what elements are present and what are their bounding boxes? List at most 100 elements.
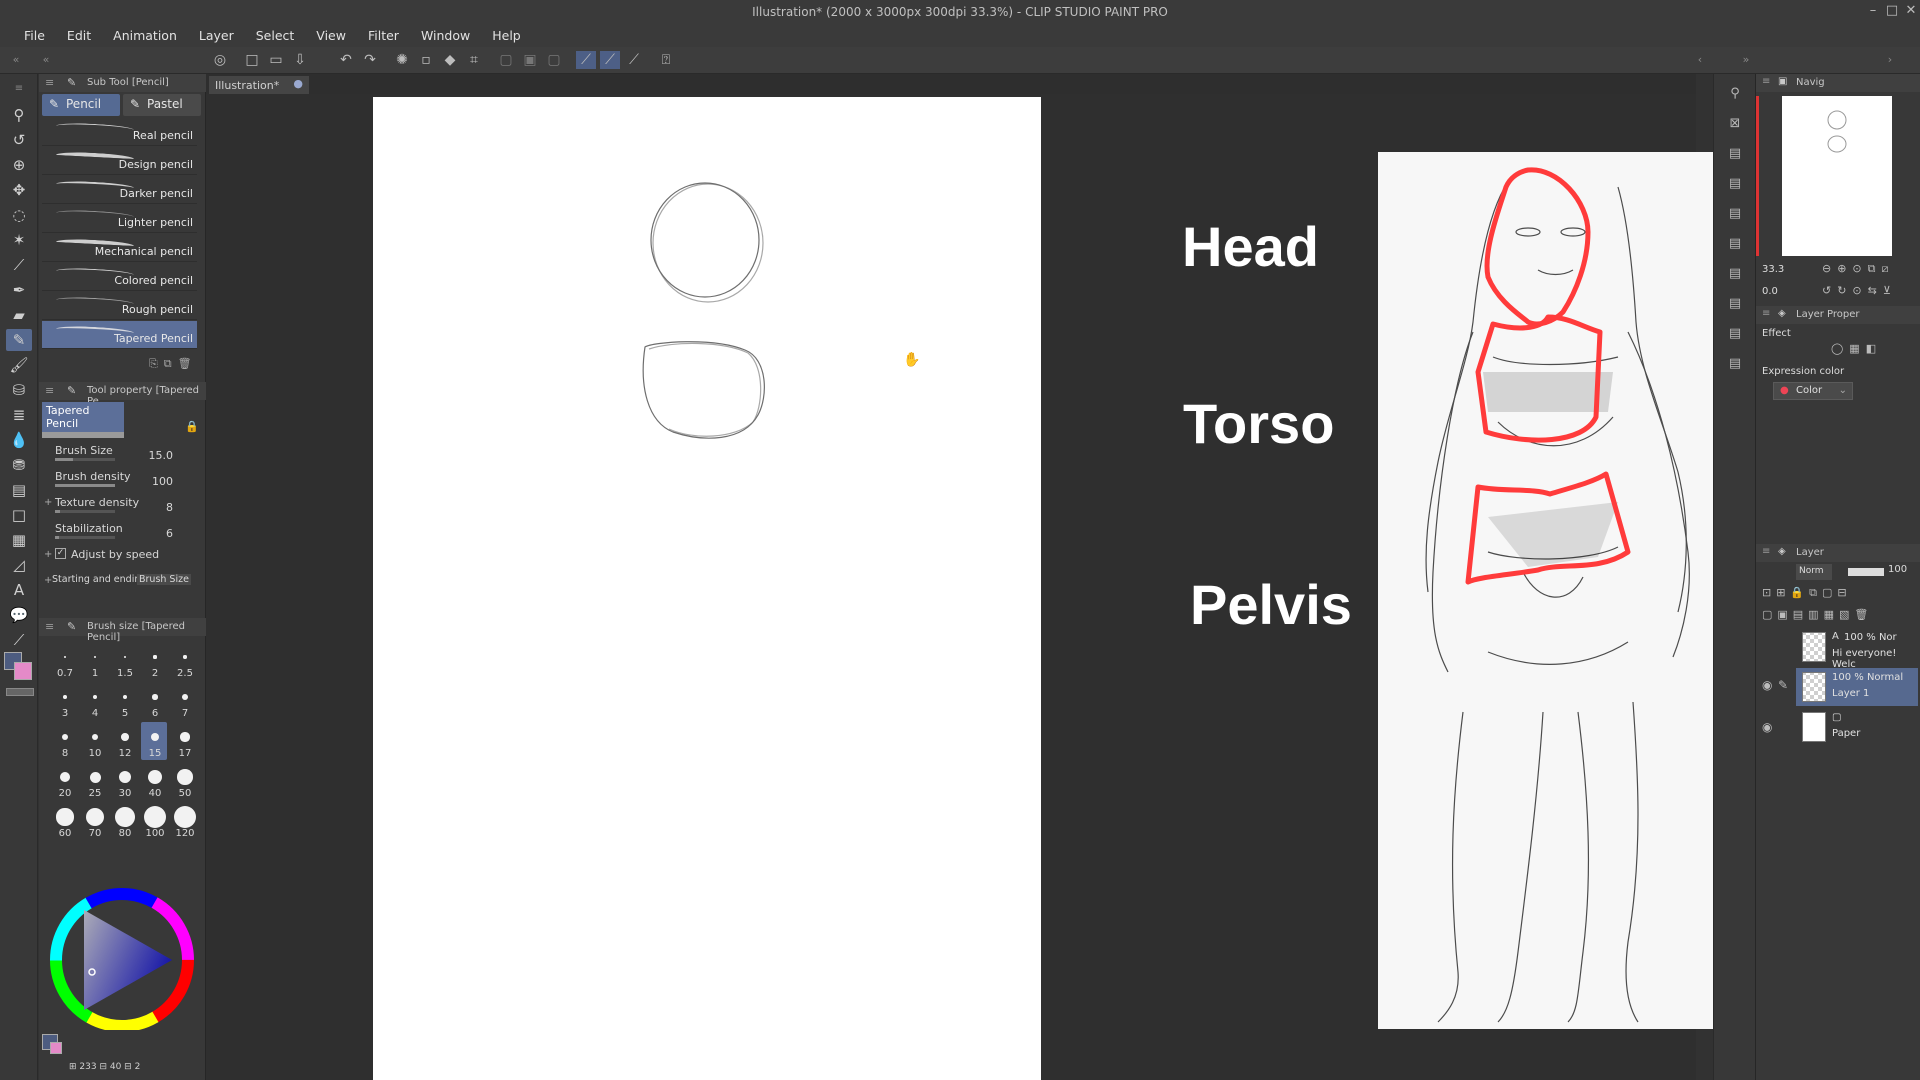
rotation-controls[interactable]: ↺↻⊙⇆⊻ bbox=[1822, 284, 1897, 297]
brush-size-dot[interactable] bbox=[144, 806, 166, 828]
fill-tool-icon[interactable]: ⛃ bbox=[6, 454, 32, 476]
brush-design-pencil[interactable]: Design pencil bbox=[42, 147, 197, 175]
brush-size-dot[interactable] bbox=[180, 732, 190, 742]
transparent-color-toggle[interactable] bbox=[6, 688, 34, 696]
panel-menu-icon[interactable]: ≡ bbox=[45, 384, 54, 397]
clip-studio-icon[interactable]: ◎ bbox=[210, 51, 230, 69]
panel-icon-5[interactable]: ▤ bbox=[1724, 266, 1746, 286]
operation-tool-icon[interactable]: ↺ bbox=[6, 129, 32, 151]
starting-ending-select[interactable]: Brush Size bbox=[137, 574, 191, 585]
menu-help[interactable]: Help bbox=[482, 25, 533, 47]
close-tab-icon[interactable]: ● bbox=[293, 77, 303, 90]
expand-icon[interactable]: + bbox=[44, 497, 52, 508]
ruler-tool-icon[interactable]: ◿ bbox=[6, 554, 32, 576]
panel-menu-icon[interactable]: ≡ bbox=[1762, 546, 1770, 557]
loading-icon[interactable]: ✺ bbox=[392, 51, 412, 69]
brush-real-pencil[interactable]: Real pencil bbox=[42, 118, 197, 146]
correct-line-tool-icon[interactable]: ⟋ bbox=[6, 629, 32, 651]
rotation-value[interactable]: 0.0 bbox=[1762, 286, 1778, 297]
figure-tool-icon[interactable]: □ bbox=[6, 504, 32, 526]
lock-icon[interactable]: 🔒 bbox=[185, 420, 199, 433]
open-file-icon[interactable]: ▭ bbox=[266, 51, 286, 69]
magic-wand-tool-icon[interactable]: ✶ bbox=[6, 229, 32, 251]
brush-size-dot[interactable] bbox=[61, 733, 69, 741]
lasso-tool-icon[interactable]: ◌ bbox=[6, 204, 32, 226]
layer-row-layer1[interactable]: ◉ ✎ 100 % Normal Layer 1 bbox=[1762, 668, 1918, 706]
brush-size-value[interactable]: 15.0 bbox=[121, 449, 174, 462]
collapse-left-icon[interactable]: « bbox=[6, 51, 26, 69]
panel-menu-icon[interactable]: ≡ bbox=[45, 76, 54, 89]
airbrush-tool-icon[interactable]: ⛁ bbox=[6, 379, 32, 401]
menu-view[interactable]: View bbox=[306, 25, 358, 47]
snap-grid-icon[interactable]: ⟋ bbox=[624, 51, 644, 69]
expand-icon[interactable]: » bbox=[1736, 51, 1756, 69]
panel-icon-8[interactable]: ▤ bbox=[1724, 356, 1746, 376]
expand-right-icon[interactable]: › bbox=[1880, 51, 1900, 69]
canvas-paper[interactable] bbox=[373, 97, 1041, 1080]
brush-size-dot[interactable] bbox=[89, 771, 101, 783]
eye-icon[interactable]: ◉ bbox=[1762, 678, 1772, 692]
layer-row-text[interactable]: A 100 % Nor Hi everyone! Welc bbox=[1796, 628, 1918, 670]
move-tool-icon[interactable]: ✥ bbox=[6, 179, 32, 201]
color-wheel-sub-swatch[interactable] bbox=[50, 1042, 62, 1054]
menu-animation[interactable]: Animation bbox=[103, 25, 189, 47]
layer-select-tool-icon[interactable]: ⊕ bbox=[6, 154, 32, 176]
layer-toolbar-2[interactable]: ▢▣▤▥▦▧🗑 bbox=[1762, 608, 1873, 621]
document-tab[interactable]: Illustration* ● bbox=[209, 76, 309, 94]
opacity-value[interactable]: 100 bbox=[1888, 564, 1907, 575]
expand-icon[interactable]: + bbox=[44, 549, 52, 560]
panel-menu-icon[interactable]: ≡ bbox=[1762, 76, 1770, 87]
brush-size-dot[interactable] bbox=[93, 655, 97, 659]
panel-icon-3[interactable]: ▤ bbox=[1724, 206, 1746, 226]
brush-size-dot[interactable] bbox=[63, 695, 67, 699]
sub-tool-actions[interactable]: ⎘⧉🗑 bbox=[149, 357, 198, 371]
gradient-tool-icon[interactable]: ▤ bbox=[6, 479, 32, 501]
brush-lighter-pencil[interactable]: Lighter pencil bbox=[42, 205, 197, 233]
maximize-button[interactable]: □ bbox=[1883, 3, 1901, 18]
panel-icon-6[interactable]: ▤ bbox=[1724, 296, 1746, 316]
tool-strip-menu-icon[interactable]: ≡ bbox=[6, 78, 32, 100]
zoom-value[interactable]: 33.3 bbox=[1762, 264, 1784, 275]
brush-size-dot[interactable] bbox=[174, 806, 196, 828]
brush-rough-pencil[interactable]: Rough pencil bbox=[42, 292, 197, 320]
redo-icon[interactable]: ↷ bbox=[360, 51, 380, 69]
brush-size-dot[interactable] bbox=[123, 655, 127, 659]
selection-icon[interactable]: ▣ bbox=[520, 51, 540, 69]
fill-icon[interactable]: ◆ bbox=[440, 51, 460, 69]
snap-special-ruler-icon[interactable]: ⟋ bbox=[600, 51, 620, 69]
save-icon[interactable]: ⇩ bbox=[290, 51, 310, 69]
brush-size-property[interactable]: Brush Size 15.0 bbox=[47, 444, 207, 468]
brush-density-value[interactable]: 100 bbox=[121, 475, 173, 488]
deselect-icon[interactable]: ▢ bbox=[544, 51, 564, 69]
texture-density-value[interactable]: 8 bbox=[121, 501, 173, 514]
blend-tool-icon[interactable]: 💧 bbox=[6, 429, 32, 451]
crop-icon[interactable]: ⌗ bbox=[464, 51, 484, 69]
brush-size-dot[interactable] bbox=[92, 694, 98, 700]
brush-tool-icon[interactable]: 🖌 bbox=[6, 354, 32, 376]
brush-tapered-pencil[interactable]: Tapered Pencil bbox=[42, 321, 197, 349]
adjust-by-speed-property[interactable]: + ✓ Adjust by speed bbox=[44, 548, 207, 572]
brush-size-dot[interactable] bbox=[56, 808, 74, 826]
brush-size-dot[interactable] bbox=[91, 733, 99, 741]
menu-edit[interactable]: Edit bbox=[57, 25, 103, 47]
zoom-tool-icon[interactable]: ⚲ bbox=[6, 104, 32, 126]
panel-icon-4[interactable]: ▤ bbox=[1724, 236, 1746, 256]
clear-icon[interactable]: ▫ bbox=[416, 51, 436, 69]
panel-icon-2[interactable]: ▤ bbox=[1724, 176, 1746, 196]
stabilization-value[interactable]: 6 bbox=[121, 527, 173, 540]
eye-icon[interactable]: ◉ bbox=[1762, 720, 1772, 734]
brush-size-dot[interactable] bbox=[118, 770, 132, 784]
show-selection-icon[interactable]: ▢ bbox=[496, 51, 516, 69]
collapse-left-2-icon[interactable]: « bbox=[36, 51, 56, 69]
brush-size-dot[interactable] bbox=[177, 769, 193, 785]
zoom-controls[interactable]: ⊖⊕⊙⧉⧄ bbox=[1822, 262, 1895, 276]
texture-density-property[interactable]: + Texture density 8 bbox=[44, 496, 207, 520]
snap-ruler-icon[interactable]: ⟋ bbox=[576, 51, 596, 69]
panel-icon-1[interactable]: ▤ bbox=[1724, 146, 1746, 166]
menu-select[interactable]: Select bbox=[246, 25, 307, 47]
menu-file[interactable]: File bbox=[14, 25, 57, 47]
brush-size-dot[interactable] bbox=[60, 772, 70, 782]
search-icon[interactable]: ⚲ bbox=[1724, 86, 1746, 106]
brush-darker-pencil[interactable]: Darker pencil bbox=[42, 176, 197, 204]
brush-size-dot[interactable] bbox=[182, 694, 188, 700]
